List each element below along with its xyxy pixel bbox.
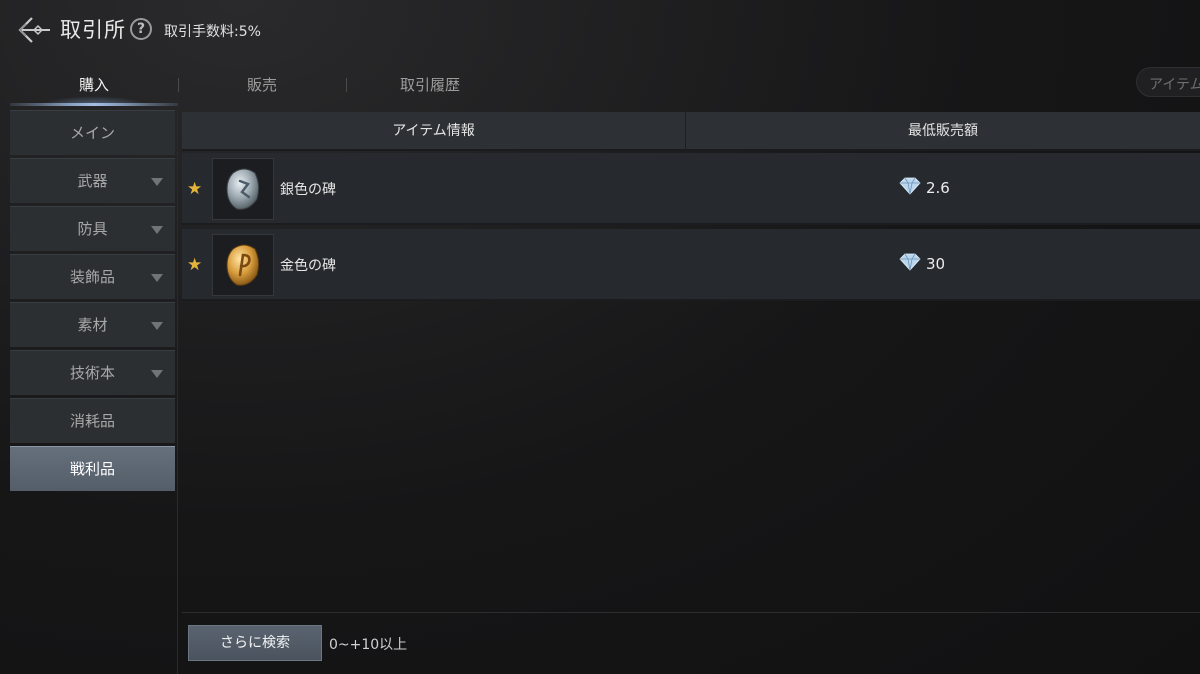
- tab-history[interactable]: 取引履歴: [370, 74, 490, 95]
- chevron-down-icon: [151, 370, 163, 378]
- sidebar-item-label: 装飾品: [69, 268, 115, 286]
- price-value: 30: [926, 255, 946, 273]
- gold-rune-icon: [212, 234, 274, 296]
- sidebar-item-label: 素材: [77, 316, 108, 334]
- favorite-star-icon[interactable]: ★: [187, 255, 202, 275]
- back-arrow-icon: [18, 17, 50, 43]
- chevron-down-icon: [151, 226, 163, 234]
- tab-buy[interactable]: 購入: [10, 74, 178, 95]
- sidebar-item-main[interactable]: メイン: [10, 110, 175, 155]
- sidebar-item-label: 技術本: [69, 364, 115, 382]
- tab-sell[interactable]: 販売: [200, 74, 324, 95]
- diamond-icon: [899, 253, 921, 271]
- tab-active-underline: [10, 103, 178, 106]
- tab-divider: [346, 78, 347, 92]
- price-cell: 2.6: [898, 177, 950, 197]
- page-title: 取引所: [60, 18, 126, 42]
- diamond-icon: [899, 177, 921, 195]
- fee-info: 取引手数料:5%: [164, 24, 261, 40]
- price-cell: 30: [898, 253, 945, 273]
- back-button[interactable]: [14, 12, 54, 48]
- tab-divider: [178, 78, 179, 92]
- favorite-star-icon[interactable]: ★: [187, 179, 202, 199]
- tab-bar: 購入 販売 取引履歴 アイテム: [0, 62, 1200, 108]
- sidebar-item-armor[interactable]: 防具: [10, 206, 175, 251]
- price-value: 2.6: [926, 179, 950, 197]
- enhance-filter-text: 0~+10以上: [329, 637, 408, 653]
- chevron-down-icon: [151, 322, 163, 330]
- sidebar-item-label: 武器: [77, 172, 108, 190]
- sidebar-item-skillbooks[interactable]: 技術本: [10, 350, 175, 395]
- search-input[interactable]: アイテム: [1136, 67, 1200, 97]
- table-row[interactable]: ★ 銀色の碑 2.6: [182, 153, 1200, 225]
- sidebar-item-consumables[interactable]: 消耗品: [10, 398, 175, 443]
- sidebar-item-weapons[interactable]: 武器: [10, 158, 175, 203]
- chevron-down-icon: [151, 178, 163, 186]
- header: 取引所 ? 取引手数料:5%: [0, 0, 1200, 62]
- more-search-button[interactable]: さらに検索: [188, 625, 322, 661]
- chevron-down-icon: [151, 274, 163, 282]
- table-header: アイテム情報 最低販売額: [182, 112, 1200, 151]
- category-sidebar: メイン 武器 防具 装飾品 素材 技術本 消耗品 戦利品: [10, 110, 175, 494]
- table-row[interactable]: ★ 金色の碑 30: [182, 229, 1200, 301]
- silver-rune-icon: [212, 158, 274, 220]
- sidebar-divider: [177, 110, 178, 674]
- sidebar-item-label: 防具: [77, 220, 108, 238]
- column-header-min-price[interactable]: 最低販売額: [686, 112, 1200, 151]
- sidebar-item-materials[interactable]: 素材: [10, 302, 175, 347]
- sidebar-item-label: 戦利品: [69, 460, 115, 478]
- item-name: 金色の碑: [280, 258, 336, 274]
- help-icon[interactable]: ?: [130, 18, 152, 40]
- sidebar-item-loot[interactable]: 戦利品: [10, 446, 175, 491]
- item-name: 銀色の碑: [280, 182, 336, 198]
- column-header-item-info[interactable]: アイテム情報: [182, 112, 685, 151]
- sidebar-item-label: 消耗品: [69, 412, 115, 430]
- footer-divider: [182, 612, 1200, 613]
- sidebar-item-accessories[interactable]: 装飾品: [10, 254, 175, 299]
- sidebar-item-label: メイン: [69, 124, 115, 142]
